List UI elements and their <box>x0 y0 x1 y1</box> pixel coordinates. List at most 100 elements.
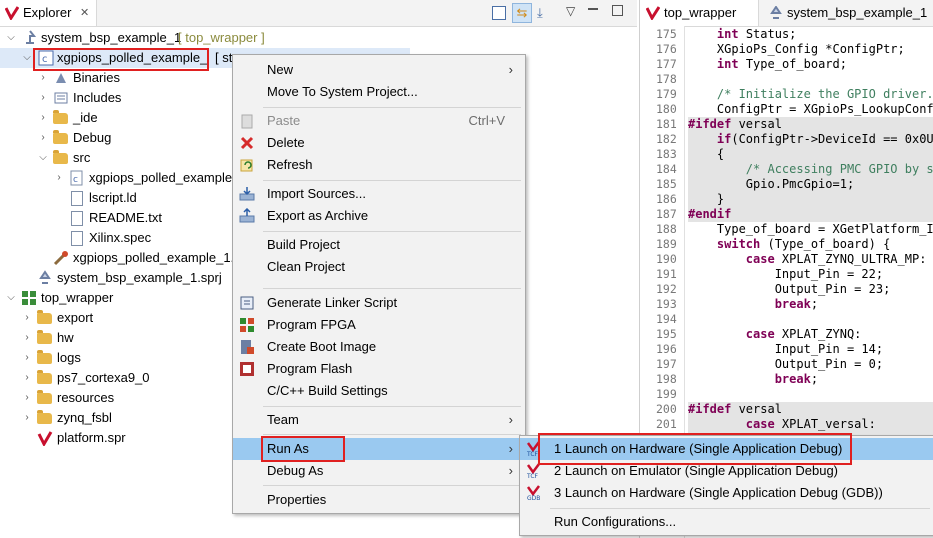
chevron-down-icon[interactable]: ⌵ <box>22 48 32 68</box>
tree-item-label: xgpiops_polled_example_1. <box>73 250 235 265</box>
menu-item-refresh[interactable]: Refresh <box>233 154 525 176</box>
line-number: 194 <box>656 312 677 326</box>
tree-item-label: Debug <box>73 130 112 145</box>
line-number: 199 <box>656 387 677 401</box>
chevron-down-icon[interactable]: ⌵ <box>38 148 48 168</box>
code-keyword: if <box>716 132 732 146</box>
code-token: Output_Pin = 0; <box>774 357 884 371</box>
code-keyword: switch <box>716 237 761 251</box>
menu-item-team[interactable]: Team › <box>233 409 525 431</box>
code-line: 198 break; <box>640 372 933 387</box>
code-token: ConfigPtr = XGpioPs_LookupConfi <box>716 102 933 116</box>
system-project-icon <box>22 30 38 46</box>
code-line: 182 if(ConfigPtr->DeviceId == 0x0U) <box>640 132 933 147</box>
code-keyword: int <box>716 27 739 41</box>
menu-item-clean-project[interactable]: Clean Project <box>233 256 525 278</box>
export-icon <box>239 207 255 224</box>
code-text: /* Accessing PMC GPIO by se <box>688 162 933 177</box>
chevron-right-icon[interactable]: › <box>38 128 48 148</box>
chevron-right-icon[interactable]: › <box>22 408 32 428</box>
menu-item-label: Team <box>267 412 299 427</box>
line-number: 178 <box>656 72 677 86</box>
code-line: 177 int Type_of_board; <box>640 57 933 72</box>
code-token: Output_Pin = 23; <box>774 282 891 296</box>
minimize-icon[interactable] <box>588 8 598 10</box>
maximize-icon[interactable] <box>612 5 623 16</box>
code-token: Type_of_board; <box>738 57 847 71</box>
gdb-launch-icon: GDB <box>526 485 542 502</box>
menu-item-new[interactable]: New › <box>233 59 525 81</box>
menu-item-export-archive[interactable]: Export as Archive <box>233 205 525 227</box>
menu-separator <box>263 485 521 486</box>
chevron-right-icon[interactable]: › <box>22 308 32 328</box>
menu-item-properties[interactable]: Properties <box>233 489 525 511</box>
file-icon <box>71 231 83 246</box>
menu-item-build-project[interactable]: Build Project <box>233 234 525 256</box>
menu-item-launch-gdb[interactable]: GDB 3 Launch on Hardware (Single Applica… <box>520 482 933 504</box>
close-icon[interactable]: ✕ <box>80 0 89 26</box>
chevron-right-icon[interactable]: › <box>54 168 64 188</box>
code-line: 191 Input_Pin = 22; <box>640 267 933 282</box>
menu-item-label: Move To System Project... <box>267 84 418 99</box>
code-token: /* Initialize the GPIO driver. <box>716 87 933 101</box>
chevron-right-icon[interactable]: › <box>22 388 32 408</box>
code-token: ; <box>810 372 819 386</box>
code-text: int Type_of_board; <box>688 57 847 72</box>
code-text: ConfigPtr = XGpioPs_LookupConfi <box>688 102 933 117</box>
menu-item-program-fpga[interactable]: Program FPGA <box>233 314 525 336</box>
menu-item-label: Properties <box>267 492 327 507</box>
chevron-right-icon: › <box>508 62 513 77</box>
chevron-right-icon[interactable]: › <box>38 88 48 108</box>
menu-item-program-flash[interactable]: Program Flash <box>233 358 525 380</box>
chevron-right-icon[interactable]: › <box>22 348 32 368</box>
tree-item-label: xgpiops_polled_example <box>89 170 233 185</box>
menu-separator <box>263 434 521 435</box>
tab-system-bsp[interactable]: system_bsp_example_1 <box>765 0 933 26</box>
menu-item-delete[interactable]: Delete <box>233 132 525 154</box>
menu-item-label: C/C++ Build Settings <box>267 383 388 398</box>
svg-text:GDB: GDB <box>527 495 540 501</box>
flash-icon <box>239 361 255 377</box>
chevron-right-icon[interactable]: › <box>38 68 48 88</box>
code-keyword: case <box>745 252 775 266</box>
link-editor-icon[interactable]: ⇆ <box>512 3 532 23</box>
menu-item-generate-linker[interactable]: Generate Linker Script <box>233 292 525 314</box>
editor-tab-bar: top_wrapper system_bsp_example_1 <box>640 0 933 27</box>
menu-item-run-configurations[interactable]: Run Configurations... <box>520 511 933 533</box>
tab-explorer[interactable]: Explorer ✕ <box>0 0 97 26</box>
chevron-down-icon[interactable]: ⌵ <box>6 28 16 48</box>
launch-config-icon <box>53 250 69 266</box>
menu-item-create-boot[interactable]: Create Boot Image <box>233 336 525 358</box>
code-keyword: #ifdef <box>688 402 732 416</box>
folder-icon <box>37 330 52 344</box>
focus-icon[interactable]: ⤓ <box>537 5 551 20</box>
chevron-right-icon[interactable]: › <box>22 368 32 388</box>
code-text: case XPLAT_versal: <box>688 417 876 432</box>
fpga-icon <box>239 317 255 333</box>
chevron-right-icon[interactable]: › <box>22 328 32 348</box>
code-keyword: int <box>716 57 739 71</box>
linker-script-icon <box>239 295 255 311</box>
view-menu-icon[interactable]: ▽ <box>566 4 575 18</box>
menu-item-import-sources[interactable]: Import Sources... <box>233 183 525 205</box>
collapse-all-icon[interactable] <box>492 6 506 20</box>
menu-item-label: Paste <box>267 113 301 128</box>
code-line: 187 #endif <box>640 207 933 222</box>
code-line: 179 /* Initialize the GPIO driver. <box>640 87 933 102</box>
code-token: versal <box>731 117 782 131</box>
code-text: #endif <box>688 207 731 222</box>
explorer-tab-label: Explorer <box>23 5 72 20</box>
menu-item-paste[interactable]: Paste Ctrl+V <box>233 110 525 132</box>
menu-item-move-to-system[interactable]: Move To System Project... <box>233 81 525 103</box>
menu-item-debug-as[interactable]: Debug As › <box>233 460 525 482</box>
chevron-down-icon[interactable]: ⌵ <box>6 288 16 308</box>
menu-item-label: Debug As <box>267 463 324 478</box>
annotation-box-project <box>33 48 209 71</box>
code-text: switch (Type_of_board) { <box>688 237 890 252</box>
folder-icon <box>37 370 52 384</box>
tab-top-wrapper[interactable]: top_wrapper <box>640 0 759 26</box>
shortcut-label: Ctrl+V <box>468 113 505 128</box>
menu-item-cc-build-settings[interactable]: C/C++ Build Settings <box>233 380 525 402</box>
chevron-right-icon[interactable]: › <box>38 108 48 128</box>
